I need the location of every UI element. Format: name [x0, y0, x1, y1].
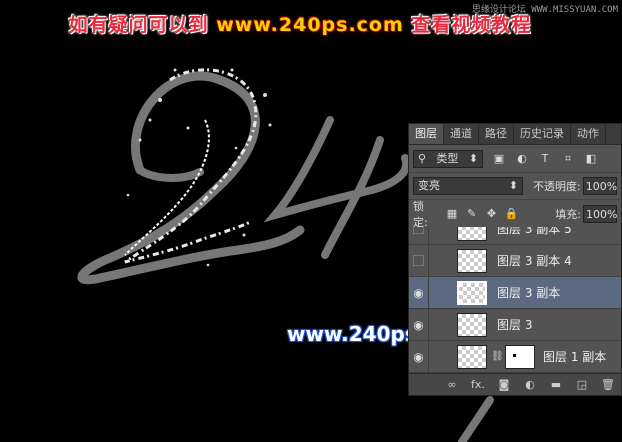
tab-history[interactable]: 历史记录 — [514, 124, 571, 144]
panel-footer: ∞ fx. ◙ ◐ ▬ ◲ 🗑 — [409, 373, 621, 395]
filter-kind-select[interactable]: ⚲ 类型 ⬍ — [413, 149, 483, 168]
mask-icon[interactable]: ◙ — [497, 378, 511, 392]
eye-icon: ◉ — [413, 317, 424, 332]
adjustment-icon[interactable]: ◐ — [523, 378, 537, 392]
layer-row[interactable]: ◉ ⛓ 图层 1 副本 — [409, 340, 621, 373]
layer-row[interactable]: ◉ 图层 3 — [409, 308, 621, 341]
numeral-2-tail — [136, 166, 204, 182]
layer-name: 图层 3 副本 5 — [497, 227, 572, 236]
layer-thumbnail — [457, 227, 487, 241]
eye-icon: ◉ — [413, 285, 424, 300]
filter-kind-label: 类型 — [436, 151, 459, 165]
opacity-input[interactable]: 100% — [582, 177, 617, 195]
lock-row: 锁定: ▦ ✎ ✥ 🔒 填充: 100% — [409, 199, 621, 229]
layer-name: 图层 3 — [497, 318, 533, 332]
lock-move-icon[interactable]: ✥ — [486, 207, 498, 220]
blend-mode-value: 变亮 — [418, 179, 440, 192]
filter-row: ⚲ 类型 ⬍ ▣ ◐ T ⌗ ◧ — [409, 145, 621, 173]
banner-url: www.240ps.com — [216, 14, 404, 36]
link-chain-icon[interactable]: ⛓ — [491, 351, 504, 362]
numeral-4-stroke — [263, 116, 411, 223]
tab-actions[interactable]: 动作 — [571, 124, 606, 144]
lock-all-icon[interactable]: 🔒 — [504, 207, 518, 220]
chevron-updown-icon: ⬍ — [468, 151, 478, 165]
layer-thumbnail — [457, 280, 487, 305]
tab-paths[interactable]: 路径 — [479, 124, 514, 144]
fill-label: 填充: — [555, 207, 581, 221]
visibility-toggle[interactable]: ◉ — [409, 276, 429, 309]
layer-name: 图层 3 副本 — [497, 286, 561, 300]
visibility-toggle[interactable] — [409, 227, 429, 245]
lock-brush-icon[interactable]: ✎ — [466, 207, 478, 220]
lock-label: 锁定: — [413, 199, 428, 229]
banner-text-left: 如有疑问可以到 — [68, 14, 209, 36]
layers-panel: 图层 通道 路径 历史记录 动作 ⚲ 类型 ⬍ ▣ ◐ T ⌗ ◧ 变亮 ⬍ 不… — [408, 123, 622, 396]
layer-row[interactable]: 图层 3 副本 4 — [409, 244, 621, 277]
adjustment-filter-icon[interactable]: ◐ — [515, 152, 529, 165]
fx-icon[interactable]: fx. — [471, 378, 485, 392]
fill-input[interactable]: 100% — [583, 204, 617, 223]
blend-mode-select[interactable]: 变亮 ⬍ — [413, 177, 523, 195]
smart-object-filter-icon[interactable]: ◧ — [584, 152, 598, 165]
hidden-box-icon — [413, 255, 424, 266]
chevron-updown-icon: ⬍ — [508, 179, 518, 192]
type-filter-icon[interactable]: T — [538, 152, 552, 165]
visibility-toggle[interactable]: ◉ — [409, 308, 429, 341]
panel-tabs: 图层 通道 路径 历史记录 动作 — [409, 124, 621, 145]
search-icon: ⚲ — [418, 151, 427, 165]
delete-icon[interactable]: 🗑 — [601, 378, 615, 392]
visibility-toggle[interactable] — [409, 244, 429, 277]
layer-name: 图层 1 副本 — [543, 350, 607, 364]
blend-row: 变亮 ⬍ 不透明度: 100% — [409, 173, 621, 200]
layer-mask-thumbnail[interactable] — [505, 344, 535, 369]
image-filter-icon[interactable]: ▣ — [492, 152, 506, 165]
layer-thumbnail — [457, 312, 487, 337]
layer-thumbnail — [457, 344, 487, 369]
visibility-toggle[interactable]: ◉ — [409, 340, 429, 373]
eye-icon: ◉ — [413, 349, 424, 364]
banner-text-right: 查看视频教程 — [411, 14, 532, 36]
tab-layers[interactable]: 图层 — [409, 124, 444, 144]
source-watermark: 思缘设计论坛 WWW.MISSYUAN.COM — [471, 5, 618, 15]
tab-channels[interactable]: 通道 — [444, 124, 479, 144]
layers-list: 图层 3 副本 5 图层 3 副本 4 ◉ 图层 3 副本 ◉ 图层 3 ◉ ⛓… — [409, 227, 621, 373]
opacity-label: 不透明度: — [533, 180, 581, 193]
layer-row[interactable]: 图层 3 副本 5 — [409, 227, 621, 245]
layer-name: 图层 3 副本 4 — [497, 254, 572, 268]
layer-row-selected[interactable]: ◉ 图层 3 副本 — [409, 276, 621, 309]
shape-filter-icon[interactable]: ⌗ — [561, 152, 575, 165]
layer-thumbnail — [457, 248, 487, 273]
hidden-box-icon — [413, 227, 424, 234]
group-folder-icon[interactable]: ▬ — [549, 378, 563, 392]
new-layer-icon[interactable]: ◲ — [575, 378, 589, 392]
link-icon[interactable]: ∞ — [445, 378, 459, 392]
lock-transparency-icon[interactable]: ▦ — [446, 207, 458, 220]
numeral-0-partial-stroke — [458, 396, 494, 442]
